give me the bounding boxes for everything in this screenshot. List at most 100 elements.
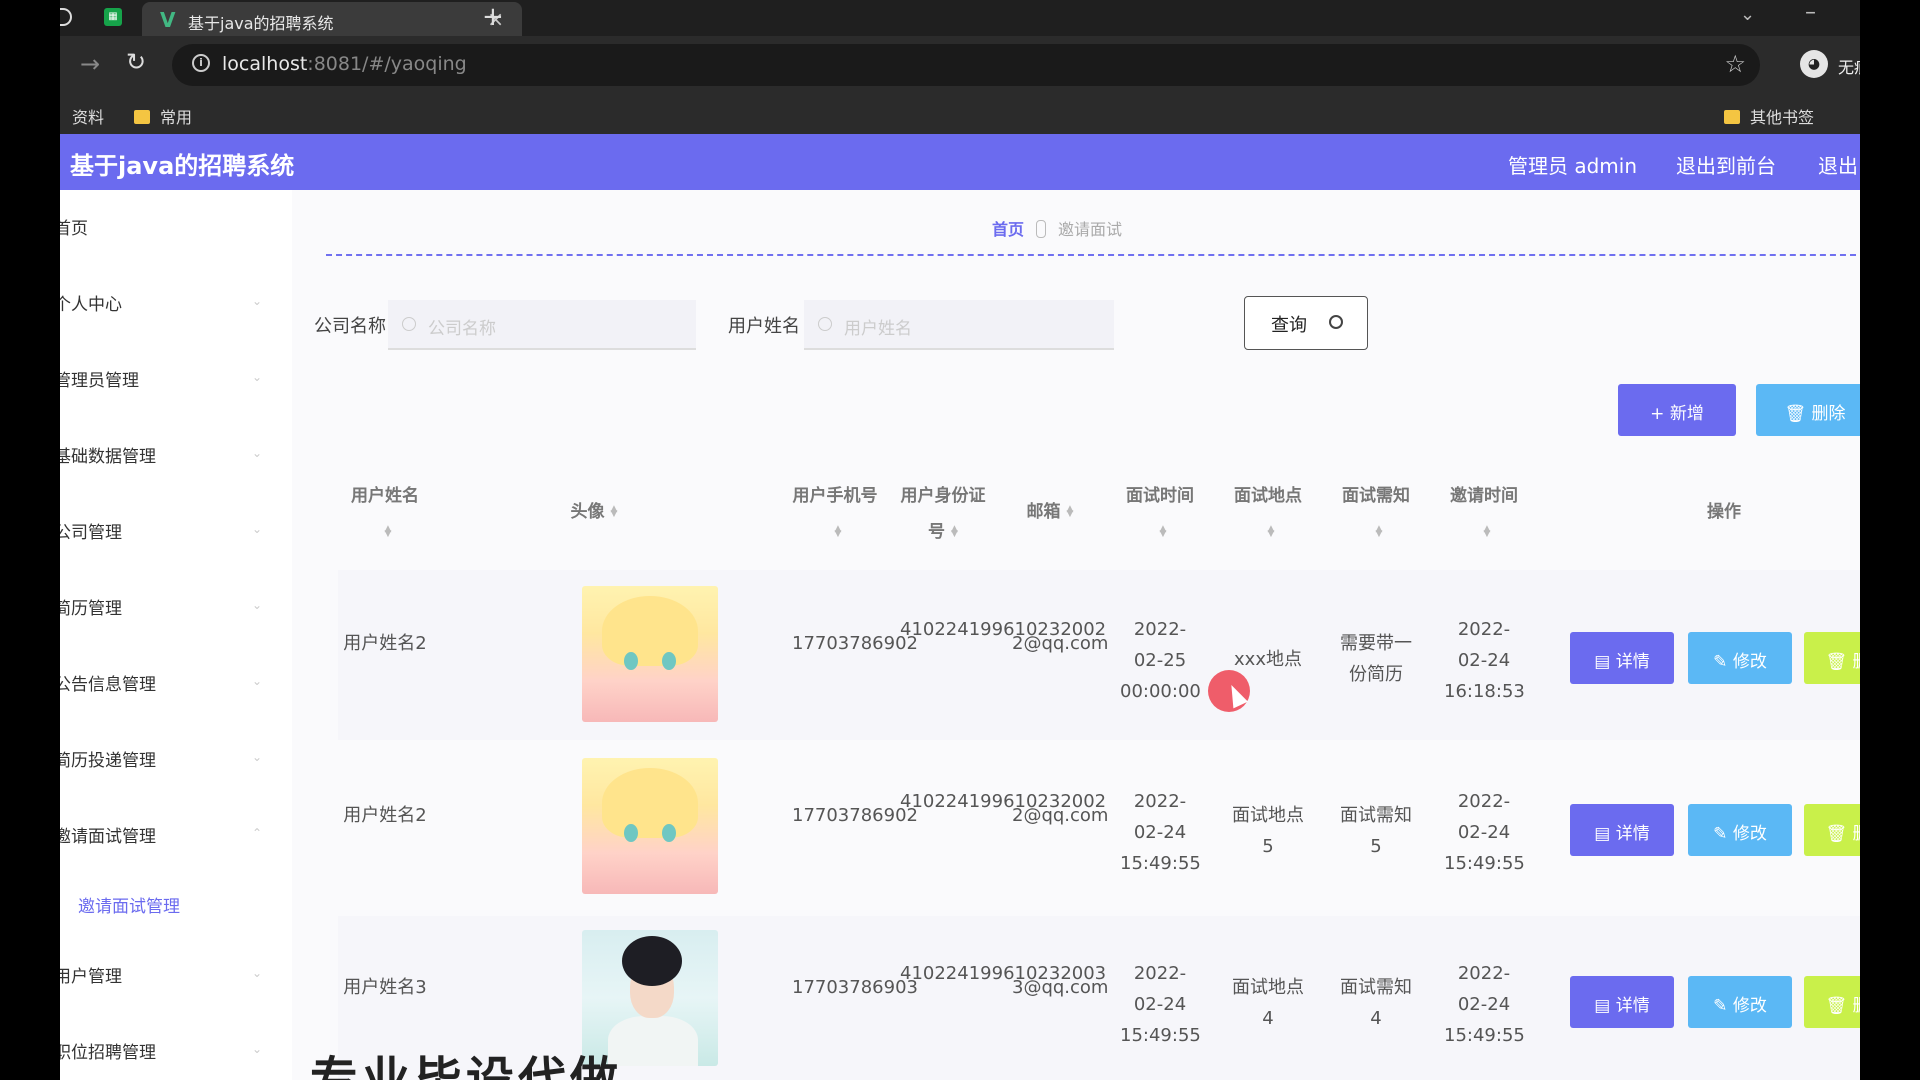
reload-icon[interactable]: ↻: [126, 48, 146, 76]
cell-notice: 需要带一份简历: [1340, 633, 1412, 685]
query-button[interactable]: 查询: [1244, 296, 1368, 350]
sheet-tab-icon[interactable]: ▦: [104, 8, 122, 26]
breadcrumb: 首页 邀请面试: [992, 216, 1122, 240]
company-input[interactable]: 公司名称: [388, 300, 696, 350]
sort-icon: ▲ ▼: [1066, 504, 1074, 519]
sidebar-item-jobs[interactable]: 职位招聘管理: [60, 1038, 156, 1063]
bookmark-other[interactable]: 其他书签: [1724, 104, 1814, 128]
breadcrumb-home[interactable]: 首页: [992, 220, 1024, 239]
cell-name: 用户姓名2: [343, 633, 427, 654]
cell-email: 3@qq.com: [1012, 977, 1109, 998]
minimize-icon[interactable]: –: [1805, 0, 1816, 25]
info-icon[interactable]: i: [192, 54, 210, 72]
cell-invite-time: 2022-02-24 16:18:53: [1444, 619, 1525, 702]
forward-icon[interactable]: →: [80, 50, 100, 78]
delete-button[interactable]: 🗑 删除: [1804, 804, 1860, 856]
sidebar-item-admins[interactable]: 管理员管理: [60, 366, 139, 391]
th-actions: 操作: [1707, 502, 1741, 522]
chevron-down-icon: ⌄: [252, 750, 263, 764]
chevron-up-icon: ⌃: [252, 826, 263, 840]
bookmark-ziliao[interactable]: 资料: [72, 104, 104, 128]
th-notice[interactable]: 面试需知 ▲ ▼: [1336, 478, 1416, 550]
tab-strip: ▦ V 基于java的招聘系统 × + ⌄ –: [60, 0, 1860, 36]
browser-toolbar: → ↻ i localhost:8081/#/yaoqing ☆ ◕ 无痕模式: [60, 36, 1860, 94]
cell-place: 面试地点4: [1232, 977, 1304, 1029]
app-header: 基于java的招聘系统 管理员 admin 退出到前台 退出: [60, 134, 1860, 190]
th-avatar[interactable]: 头像 ▲ ▼: [542, 494, 646, 530]
batch-delete-label: 🗑 删除: [1784, 404, 1846, 424]
url-text[interactable]: localhost:8081/#/yaoqing: [222, 53, 467, 75]
detail-button[interactable]: ▤ 详情: [1570, 976, 1674, 1028]
chevron-down-icon: ⌄: [252, 598, 263, 612]
sidebar-item-invite[interactable]: 邀请面试管理: [60, 822, 156, 847]
sort-icon: ▲ ▼: [1483, 524, 1491, 539]
sidebar-item-profile[interactable]: 个人中心: [60, 290, 122, 315]
detail-button[interactable]: ▤ 详情: [1570, 804, 1674, 856]
search-icon: [818, 317, 832, 331]
cell-phone: 17703786903: [792, 977, 918, 998]
sidebar-item-company[interactable]: 公司管理: [60, 518, 122, 543]
th-email[interactable]: 邮箱 ▲ ▼: [1008, 494, 1092, 530]
th-name[interactable]: 用户姓名 ▲ ▼: [340, 478, 430, 550]
user-input[interactable]: 用户姓名: [804, 300, 1114, 350]
sidebar: 首页 个人中心 ⌄ 管理员管理 ⌄ 基础数据管理 ⌄ 公司管理 ⌄ 简历管理 ⌄…: [60, 190, 292, 1080]
sort-icon: ▲ ▼: [1375, 524, 1383, 539]
edit-button[interactable]: ✎ 修改: [1688, 632, 1792, 684]
sort-icon: ▲ ▼: [384, 524, 392, 539]
cell-phone: 17703786902: [792, 633, 918, 654]
delete-button[interactable]: 🗑 删除: [1804, 632, 1860, 684]
pinned-tab-icon[interactable]: [60, 8, 72, 26]
detail-button[interactable]: ▤ 详情: [1570, 632, 1674, 684]
cell-interview-time: 2022-02-25 00:00:00: [1120, 619, 1201, 702]
th-invite-time[interactable]: 邀请时间 ▲ ▼: [1444, 478, 1524, 550]
incognito-icon: ◕: [1800, 50, 1828, 78]
browser-window: ▦ V 基于java的招聘系统 × + ⌄ – → ↻ i localhost:…: [60, 0, 1860, 1080]
sort-icon: ▲ ▼: [951, 524, 958, 539]
batch-delete-button[interactable]: 🗑 删除: [1756, 384, 1860, 436]
active-tab[interactable]: V 基于java的招聘系统 ×: [142, 2, 522, 36]
sidebar-item-resume[interactable]: 简历管理: [60, 594, 122, 619]
sidebar-item-home[interactable]: 首页: [60, 214, 88, 239]
cell-invite-time: 2022-02-24 15:49:55: [1444, 791, 1525, 874]
bookmark-star-icon[interactable]: ☆: [1724, 50, 1746, 78]
bookmarks-bar: 资料 常用 其他书签: [60, 94, 1860, 135]
folder-icon: [1724, 110, 1740, 124]
chevron-down-icon: ⌄: [252, 370, 263, 384]
logout-link[interactable]: 退出: [1818, 150, 1858, 179]
sort-icon: ▲ ▼: [610, 504, 618, 519]
cell-interview-time: 2022-02-24 15:49:55: [1120, 791, 1201, 874]
delete-button[interactable]: 🗑 删除: [1804, 976, 1860, 1028]
sidebar-item-notice[interactable]: 公告信息管理: [60, 670, 156, 695]
th-idcard[interactable]: 用户身份证号 ▲ ▼: [900, 478, 986, 550]
sidebar-item-users[interactable]: 用户管理: [60, 962, 122, 987]
chevron-down-icon: ⌄: [252, 522, 263, 536]
user-label: 用户姓名: [728, 316, 800, 337]
to-front-link[interactable]: 退出到前台: [1676, 150, 1776, 179]
query-label: 查询: [1271, 315, 1307, 336]
cell-place: xxx地点: [1234, 649, 1302, 670]
sidebar-subitem-invite[interactable]: 邀请面试管理: [78, 892, 180, 917]
th-interview-time[interactable]: 面试时间 ▲ ▼: [1120, 478, 1200, 550]
th-place[interactable]: 面试地点 ▲ ▼: [1228, 478, 1308, 550]
tab-search-chevron-icon[interactable]: ⌄: [1740, 4, 1755, 25]
cell-place: 面试地点5: [1232, 805, 1304, 857]
edit-button[interactable]: ✎ 修改: [1688, 976, 1792, 1028]
chevron-down-icon: ⌄: [252, 446, 263, 460]
admin-label: 管理员 admin: [1508, 154, 1638, 178]
app-title: 基于java的招聘系统: [70, 152, 295, 180]
th-phone[interactable]: 用户手机号▲ ▼: [792, 478, 878, 550]
add-button[interactable]: + 新增: [1618, 384, 1736, 436]
incognito-indicator[interactable]: ◕ 无痕模式: [1800, 44, 1860, 84]
sidebar-item-delivery[interactable]: 简历投递管理: [60, 746, 156, 771]
cell-interview-time: 2022-02-24 15:49:55: [1120, 963, 1201, 1046]
avatar[interactable]: [582, 586, 718, 722]
avatar[interactable]: [582, 758, 718, 894]
new-tab-button[interactable]: +: [482, 2, 504, 32]
edit-button[interactable]: ✎ 修改: [1688, 804, 1792, 856]
cell-notice: 面试需知4: [1340, 977, 1412, 1029]
cell-name: 用户姓名3: [343, 977, 427, 998]
sidebar-item-basic-data[interactable]: 基础数据管理: [60, 442, 156, 467]
vue-logo-icon: V: [160, 8, 176, 32]
address-bar[interactable]: i localhost:8081/#/yaoqing ☆: [172, 44, 1760, 86]
bookmark-changyong[interactable]: 常用: [134, 104, 192, 128]
